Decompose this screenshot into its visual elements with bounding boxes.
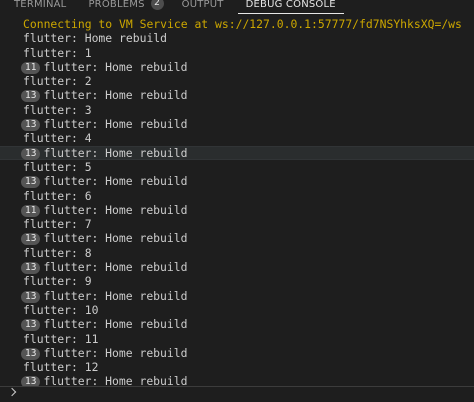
console-line: 11 flutter: Home rebuild	[0, 203, 474, 217]
repeat-count-badge: 13	[21, 376, 41, 386]
tab-debug-console[interactable]: DEBUG CONSOLE	[237, 0, 344, 14]
console-line-text: flutter: Home rebuild	[43, 345, 188, 360]
console-line-text: flutter: 12	[23, 360, 99, 375]
debug-console-input[interactable]	[0, 386, 474, 402]
console-line-text: flutter: 11	[23, 331, 99, 346]
debug-console-output[interactable]: Connecting to VM Service at ws://127.0.0…	[0, 17, 474, 386]
console-line-text: flutter: Home rebuild	[43, 374, 188, 386]
tab-problems[interactable]: PROBLEMS 2	[88, 0, 164, 11]
repeat-count-badge: 13	[21, 119, 41, 132]
console-line: flutter: 5	[0, 160, 474, 174]
console-line: 13 flutter: Home rebuild	[0, 117, 474, 132]
tab-label: DEBUG CONSOLE	[245, 0, 336, 10]
console-line: 13 flutter: Home rebuild	[0, 289, 474, 303]
repeat-count-badge: 13	[21, 319, 41, 332]
console-line: flutter: 3	[0, 103, 474, 117]
console-line: 13 flutter: Home rebuild	[0, 88, 474, 103]
console-line: flutter: 8	[0, 246, 474, 260]
console-line-text: flutter: Home rebuild	[43, 145, 188, 160]
console-line: flutter: 12	[0, 360, 474, 374]
tab-terminal[interactable]: TERMINAL	[14, 0, 66, 11]
console-line-text: flutter: Home rebuild	[43, 317, 188, 332]
console-line: flutter: 2	[0, 74, 474, 88]
console-line: flutter: 10	[0, 303, 474, 317]
console-line-text: flutter: 6	[23, 188, 92, 203]
console-line: 13 flutter: Home rebuild	[0, 374, 474, 386]
console-line: flutter: 9	[0, 274, 474, 288]
console-line-text: flutter: 2	[23, 74, 92, 89]
repeat-count-badge: 13	[21, 347, 41, 360]
repeat-count-badge: 13	[21, 233, 41, 246]
console-line: flutter: 7	[0, 217, 474, 231]
console-line-text: flutter: 3	[23, 102, 92, 117]
repeat-count-badge: 13	[21, 176, 41, 189]
problems-count-badge: 2	[150, 0, 164, 10]
console-line: flutter: Home rebuild	[0, 31, 474, 45]
tab-label: OUTPUT	[181, 0, 224, 10]
repeat-count-badge: 13	[21, 262, 41, 275]
console-line-text: flutter: Home rebuild	[43, 88, 188, 103]
console-line-text: flutter: Home rebuild	[43, 288, 188, 303]
tab-label: PROBLEMS	[88, 0, 145, 10]
panel-tab-bar: TERMINAL PROBLEMS 2 OUTPUT DEBUG CONSOLE	[0, 0, 474, 14]
console-line-text: Connecting to VM Service at ws://127.0.0…	[23, 17, 462, 31]
console-line-text: flutter: 5	[23, 159, 92, 174]
console-line-text: flutter: 10	[23, 302, 99, 317]
console-line-text: flutter: Home rebuild	[23, 31, 168, 46]
console-line: 13 flutter: Home rebuild	[0, 260, 474, 275]
console-line-text: flutter: 9	[23, 274, 92, 289]
console-line: 11 flutter: Home rebuild	[0, 60, 474, 74]
console-line-text: flutter: Home rebuild	[43, 260, 188, 275]
console-line: flutter: 1	[0, 46, 474, 60]
repeat-count-badge: 11	[21, 61, 41, 74]
console-line-text: flutter: 1	[23, 45, 92, 60]
console-line-text: flutter: Home rebuild	[43, 59, 188, 74]
console-line-text: flutter: Home rebuild	[43, 202, 188, 217]
console-line-text: flutter: Home rebuild	[43, 117, 188, 132]
repeat-count-badge: 13	[21, 290, 41, 303]
console-line: 13 flutter: Home rebuild	[0, 145, 474, 161]
tab-label: TERMINAL	[14, 0, 67, 10]
console-line: 13 flutter: Home rebuild	[0, 346, 474, 360]
console-line: 13 flutter: Home rebuild	[0, 317, 474, 332]
repeat-count-badge: 11	[21, 204, 41, 217]
console-line-text: flutter: Home rebuild	[43, 174, 188, 189]
repeat-count-badge: 13	[21, 90, 41, 103]
console-line: flutter: 6	[0, 189, 474, 203]
console-line-text: flutter: 4	[23, 131, 92, 146]
console-line: 13 flutter: Home rebuild	[0, 231, 474, 246]
console-line: Connecting to VM Service at ws://127.0.0…	[0, 17, 474, 31]
console-line: flutter: 4	[0, 131, 474, 145]
console-line-text: flutter: 7	[23, 217, 92, 232]
console-line-text: flutter: 8	[23, 245, 92, 260]
chevron-right-icon	[7, 387, 17, 397]
console-line: 13 flutter: Home rebuild	[0, 174, 474, 189]
tab-output[interactable]: OUTPUT	[182, 0, 224, 11]
repeat-count-badge: 13	[21, 147, 41, 160]
console-line: flutter: 11	[0, 332, 474, 346]
console-line-text: flutter: Home rebuild	[43, 231, 188, 246]
